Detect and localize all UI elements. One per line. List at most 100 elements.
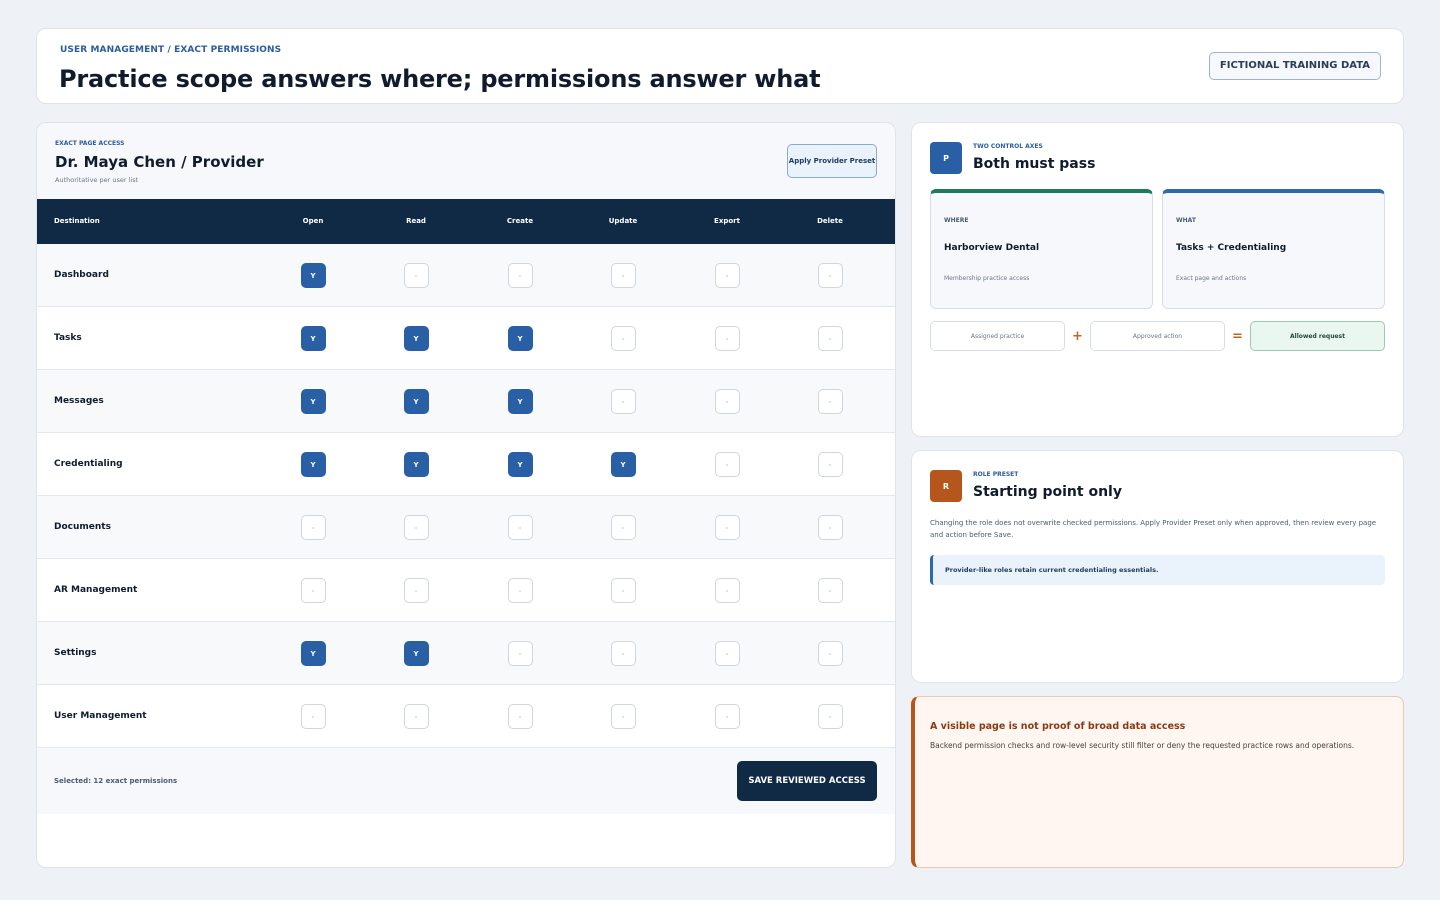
- panel-eyebrow: EXACT PAGE ACCESS: [55, 140, 125, 147]
- data-access-warning: A visible page is not proof of broad dat…: [911, 696, 1404, 868]
- breadcrumb[interactable]: USER MANAGEMENT / EXACT PERMISSIONS: [60, 45, 281, 55]
- preset-description: Changing the role does not overwrite che…: [930, 519, 1377, 539]
- checkbox-delete[interactable]: -: [817, 389, 843, 414]
- checkbox-create[interactable]: -: [507, 704, 533, 729]
- checkbox-read[interactable]: -: [403, 263, 429, 288]
- page-title: Practice scope answers where; permission…: [59, 65, 821, 93]
- checkbox-export[interactable]: -: [714, 515, 740, 540]
- table-row: Dashboard Y - - - - -: [37, 244, 895, 307]
- checkbox-open[interactable]: -: [300, 704, 326, 729]
- save-reviewed-access-button[interactable]: SAVE REVIEWED ACCESS: [737, 761, 877, 801]
- column-header-destination: Destination: [54, 217, 100, 225]
- plus-operator: +: [1072, 329, 1083, 344]
- permissions-panel-footer: Selected: 12 exact permissions SAVE REVI…: [37, 748, 895, 814]
- approved-action-pill: Approved action: [1090, 321, 1225, 351]
- checkbox-open[interactable]: Y: [300, 641, 326, 666]
- checkbox-read[interactable]: Y: [403, 326, 429, 351]
- assigned-practice-pill: Assigned practice: [930, 321, 1065, 351]
- axes-letter-icon: P: [930, 142, 962, 174]
- checkbox-create[interactable]: -: [507, 578, 533, 603]
- table-row: Tasks Y Y Y - - -: [37, 307, 895, 370]
- checkbox-update[interactable]: -: [610, 263, 636, 288]
- table-row: User Management - - - - - -: [37, 685, 895, 748]
- checkbox-open[interactable]: Y: [300, 263, 326, 288]
- checkbox-update[interactable]: -: [610, 389, 636, 414]
- panel-subtitle: Authoritative per user list: [55, 176, 139, 184]
- checkbox-read[interactable]: -: [403, 515, 429, 540]
- training-data-badge: FICTIONAL TRAINING DATA: [1208, 52, 1381, 80]
- checkbox-open[interactable]: -: [300, 515, 326, 540]
- what-axis-box: WHAT Tasks + Credentialing Exact page an…: [1162, 189, 1385, 309]
- where-axis-box: WHERE Harborview Dental Membership pract…: [930, 189, 1153, 309]
- where-note: Membership practice access: [944, 275, 1030, 282]
- checkbox-export[interactable]: -: [714, 389, 740, 414]
- checkbox-delete[interactable]: -: [817, 515, 843, 540]
- credentialing-note: Provider-like roles retain current crede…: [930, 555, 1385, 585]
- checkbox-read[interactable]: Y: [403, 452, 429, 477]
- checkbox-open[interactable]: Y: [300, 326, 326, 351]
- checkbox-read[interactable]: -: [403, 704, 429, 729]
- checkbox-export[interactable]: -: [714, 641, 740, 666]
- column-header-update: Update: [608, 217, 638, 225]
- checkbox-delete[interactable]: -: [817, 704, 843, 729]
- where-label: WHERE: [944, 217, 969, 224]
- checkbox-export[interactable]: -: [714, 263, 740, 288]
- control-axes-card: P TWO CONTROL AXES Both must pass WHERE …: [911, 122, 1404, 437]
- checkbox-update[interactable]: -: [610, 704, 636, 729]
- table-row: AR Management - - - - - -: [37, 559, 895, 622]
- checkbox-update[interactable]: -: [610, 578, 636, 603]
- row-label: AR Management: [54, 585, 138, 595]
- checkbox-create[interactable]: Y: [507, 452, 533, 477]
- checkbox-delete[interactable]: -: [817, 578, 843, 603]
- warning-body: Backend permission checks and row-level …: [930, 741, 1355, 750]
- checkbox-update[interactable]: -: [610, 641, 636, 666]
- preset-letter-icon: R: [930, 470, 962, 502]
- checkbox-open[interactable]: Y: [300, 389, 326, 414]
- checkbox-delete[interactable]: -: [817, 641, 843, 666]
- checkbox-create[interactable]: -: [507, 641, 533, 666]
- permissions-panel: EXACT PAGE ACCESS Dr. Maya Chen / Provid…: [36, 122, 896, 868]
- checkbox-create[interactable]: -: [507, 263, 533, 288]
- column-header-delete: Delete: [817, 217, 843, 225]
- checkbox-delete[interactable]: -: [817, 452, 843, 477]
- checkbox-open[interactable]: -: [300, 578, 326, 603]
- row-label: Dashboard: [54, 270, 109, 280]
- what-label: WHAT: [1176, 217, 1196, 224]
- what-note: Exact page and actions: [1176, 275, 1247, 282]
- where-value: Harborview Dental: [944, 243, 1040, 253]
- permissions-table-body: Dashboard Y - - - - - Tasks Y Y Y - - - Messages Y Y Y - - -…: [37, 244, 895, 748]
- checkbox-delete[interactable]: -: [817, 326, 843, 351]
- checkbox-read[interactable]: Y: [403, 389, 429, 414]
- checkbox-update[interactable]: -: [610, 515, 636, 540]
- column-header-export: Export: [714, 217, 740, 225]
- user-title: Dr. Maya Chen / Provider: [55, 153, 264, 171]
- preset-title: Starting point only: [973, 484, 1122, 500]
- checkbox-open[interactable]: Y: [300, 452, 326, 477]
- table-row: Documents - - - - - -: [37, 496, 895, 559]
- checkbox-update[interactable]: Y: [610, 452, 636, 477]
- column-header-create: Create: [506, 217, 534, 225]
- table-row: Settings Y Y - - - -: [37, 622, 895, 685]
- checkbox-delete[interactable]: -: [817, 263, 843, 288]
- row-label: Documents: [54, 522, 111, 532]
- checkbox-create[interactable]: Y: [507, 389, 533, 414]
- checkbox-create[interactable]: -: [507, 515, 533, 540]
- checkbox-update[interactable]: -: [610, 326, 636, 351]
- table-row: Credentialing Y Y Y Y - -: [37, 433, 895, 496]
- row-label: Credentialing: [54, 459, 123, 469]
- checkbox-create[interactable]: Y: [507, 326, 533, 351]
- row-label: Messages: [54, 396, 104, 406]
- row-label: Tasks: [54, 333, 82, 343]
- checkbox-export[interactable]: -: [714, 452, 740, 477]
- checkbox-read[interactable]: -: [403, 578, 429, 603]
- apply-preset-button[interactable]: Apply Provider Preset: [787, 144, 877, 178]
- checkbox-export[interactable]: -: [714, 578, 740, 603]
- permissions-table-header: Destination Open Read Create Update Expo…: [37, 199, 895, 244]
- column-header-read: Read: [406, 217, 426, 225]
- checkbox-export[interactable]: -: [714, 326, 740, 351]
- checkbox-read[interactable]: Y: [403, 641, 429, 666]
- axes-title: Both must pass: [973, 156, 1096, 172]
- row-label: Settings: [54, 648, 97, 658]
- allowed-request-pill: Allowed request: [1250, 321, 1385, 351]
- checkbox-export[interactable]: -: [714, 704, 740, 729]
